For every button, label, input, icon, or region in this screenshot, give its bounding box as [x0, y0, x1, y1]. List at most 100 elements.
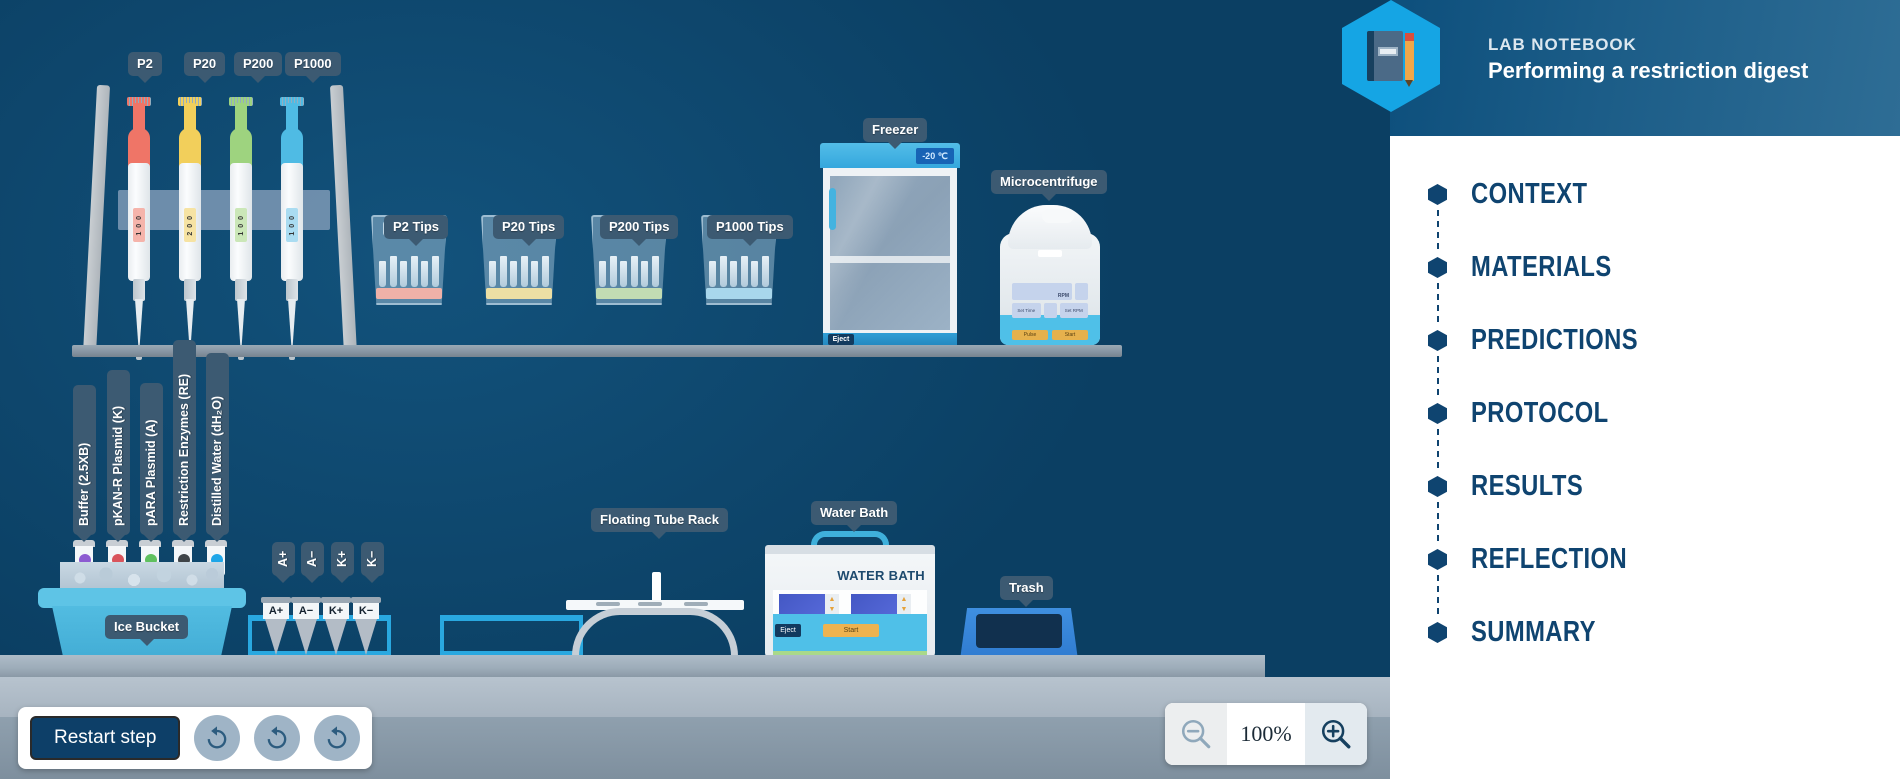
zoom-out-button[interactable]: [1165, 703, 1227, 765]
sidebar-item-label: REFLECTION: [1471, 543, 1628, 575]
sidebar-kicker: LAB NOTEBOOK: [1488, 35, 1637, 54]
sample-tube-a-minus[interactable]: A−: [291, 597, 321, 655]
sample-tube-k-plus[interactable]: K+: [321, 597, 351, 655]
microcentrifuge-rpm-label: RPM: [1057, 293, 1069, 299]
notebook-label-line: [1378, 47, 1398, 56]
sample-tube-k-minus[interactable]: K−: [351, 597, 381, 655]
sample-tube-text: K+: [323, 603, 349, 619]
water-bath-temperature-stepper[interactable]: ▲ ▼: [825, 594, 839, 614]
step-controls-bar: Restart step: [18, 707, 373, 769]
pipette-volume-window: 1 0 0: [235, 208, 247, 242]
pipette-label-p1000: P1000: [285, 52, 341, 76]
microcentrifuge-lid[interactable]: [1008, 205, 1092, 249]
undo-icon: [268, 726, 287, 749]
undo-button-2[interactable]: [254, 715, 301, 761]
lower-bench-top: [0, 655, 1265, 677]
undo-button-1[interactable]: [194, 715, 241, 761]
microcentrifuge-set-rpm-button[interactable]: Set RPM: [1059, 303, 1088, 318]
zoom-level-value: 100%: [1240, 721, 1292, 746]
sidebar-item-predictions[interactable]: PREDICTIONS: [1428, 304, 1900, 398]
floating-tube-rack-label: Floating Tube Rack: [591, 508, 728, 532]
trash-bin[interactable]: [960, 608, 1078, 660]
microcentrifuge-settings-row: Set Time Set RPM: [1012, 303, 1088, 318]
tube-rack-filled[interactable]: A+ A− K+ K−: [248, 597, 391, 657]
sample-tube-text: K−: [353, 603, 379, 619]
tube-cone: [265, 619, 287, 655]
undo-button-3[interactable]: [314, 715, 361, 761]
water-bath-label: Water Bath: [811, 501, 898, 525]
microcentrifuge-rpm-display: RPM: [1012, 283, 1072, 300]
microcentrifuge-set-time-button[interactable]: Set Time: [1012, 303, 1041, 318]
tipbox-tips: [379, 253, 439, 287]
floating-rack-slot: [684, 602, 708, 606]
reagent-label-distilled-water: Distilled Water (dH₂O): [206, 353, 229, 535]
floating-tube-rack[interactable]: [566, 572, 744, 658]
upper-shelf: [72, 345, 1122, 357]
floating-rack-post: [652, 572, 661, 602]
freezer-label: Freezer: [863, 118, 928, 142]
tipbox-tips: [489, 253, 549, 287]
pipette-shaft: [235, 279, 247, 301]
tube-rack-empty[interactable]: [440, 615, 583, 657]
lab-bench-scene: P2 P20 P200 P1000 1 0 0 2 0 0 1 0 0 1 0 …: [0, 0, 1390, 779]
sample-tube-a-plus[interactable]: A+: [261, 597, 291, 655]
zoom-controls: 100%: [1165, 703, 1367, 765]
pipette-p200[interactable]: 1 0 0: [224, 97, 258, 360]
trash-opening: [976, 614, 1062, 648]
hexagon-bullet-icon: [1428, 257, 1447, 278]
stand-leg-left: [82, 84, 111, 356]
nav-connector-line: [1437, 575, 1439, 617]
microcentrifuge[interactable]: RPM Set Time Set RPM Pulse Start: [1000, 205, 1100, 345]
sidebar-item-summary[interactable]: SUMMARY: [1428, 596, 1900, 669]
nav-connector-line: [1437, 429, 1439, 471]
freezer-shelf: [830, 256, 950, 264]
sidebar-item-materials[interactable]: MATERIALS: [1428, 231, 1900, 325]
sidebar-item-protocol[interactable]: PROTOCOL: [1428, 377, 1900, 471]
freezer-temperature-value: -20 ℃: [922, 150, 948, 161]
sidebar-item-label: PROTOCOL: [1471, 397, 1609, 429]
microcentrifuge-start-button[interactable]: Start: [1052, 330, 1088, 340]
freezer-handle[interactable]: [829, 188, 836, 230]
microcentrifuge-mid-button[interactable]: [1043, 303, 1057, 318]
tube-cone: [295, 619, 317, 655]
tipbox-base: [706, 288, 772, 299]
water-bath[interactable]: WATER BATH ▲ ▼ ▲ ▼ Start Eject: [765, 531, 935, 657]
pencil-icon: [1405, 33, 1414, 87]
microcentrifuge-pulse-button[interactable]: Pulse: [1012, 330, 1048, 340]
water-bath-eject-button[interactable]: Eject: [775, 624, 801, 637]
sidebar-item-label: MATERIALS: [1471, 251, 1612, 283]
freezer-eject-button[interactable]: Eject: [828, 334, 854, 345]
undo-icon: [208, 726, 227, 749]
sample-tube-text: A+: [263, 603, 289, 619]
microcentrifuge-label: Microcentrifuge: [991, 170, 1107, 194]
microcentrifuge-lid-button[interactable]: [1075, 283, 1088, 300]
restart-step-button[interactable]: Restart step: [30, 716, 181, 760]
floating-rack-slot: [638, 602, 662, 606]
tipbox-base: [486, 288, 552, 299]
tipbox-label-p200: P200 Tips: [600, 215, 679, 239]
pipette-label-p20: P20: [184, 52, 226, 76]
water-bath-timer-stepper[interactable]: ▲ ▼: [897, 594, 911, 614]
sidebar-item-reflection[interactable]: REFLECTION: [1428, 523, 1900, 617]
zoom-in-button[interactable]: [1305, 703, 1367, 765]
pipette-p1000[interactable]: 1 0 0: [275, 97, 309, 360]
sidebar-item-label: PREDICTIONS: [1471, 324, 1639, 356]
sample-tube-label-k-minus: K−: [361, 542, 384, 576]
sidebar-item-context[interactable]: CONTEXT: [1428, 158, 1900, 252]
pipette-p20[interactable]: 2 0 0: [173, 97, 207, 360]
sidebar-item-results[interactable]: RESULTS: [1428, 450, 1900, 544]
reagent-label-para-plasmid: pARA Plasmid (A): [140, 383, 163, 535]
tipbox-tips: [709, 253, 769, 287]
pipette-volume-window: 1 0 0: [286, 208, 298, 242]
reagent-label-buffer: Buffer (2.5XB): [73, 385, 96, 535]
sample-tube-label-k-plus: K+: [331, 542, 354, 576]
water-bath-shell: WATER BATH ▲ ▼ ▲ ▼ Start Eject: [765, 554, 935, 657]
page-title: Performing a restriction digest: [1488, 58, 1809, 83]
floating-rack-slot: [596, 602, 620, 606]
pipette-stand: 1 0 0 2 0 0 1 0 0 1 0 0: [82, 55, 358, 360]
freezer[interactable]: -20 ℃ Eject: [820, 143, 960, 345]
pipette-volume-value: 1 0 0: [288, 214, 296, 236]
pipette-p2[interactable]: 1 0 0: [122, 97, 156, 360]
notebook-pencil-icon: [1367, 31, 1415, 87]
water-bath-start-button[interactable]: Start: [823, 624, 879, 637]
